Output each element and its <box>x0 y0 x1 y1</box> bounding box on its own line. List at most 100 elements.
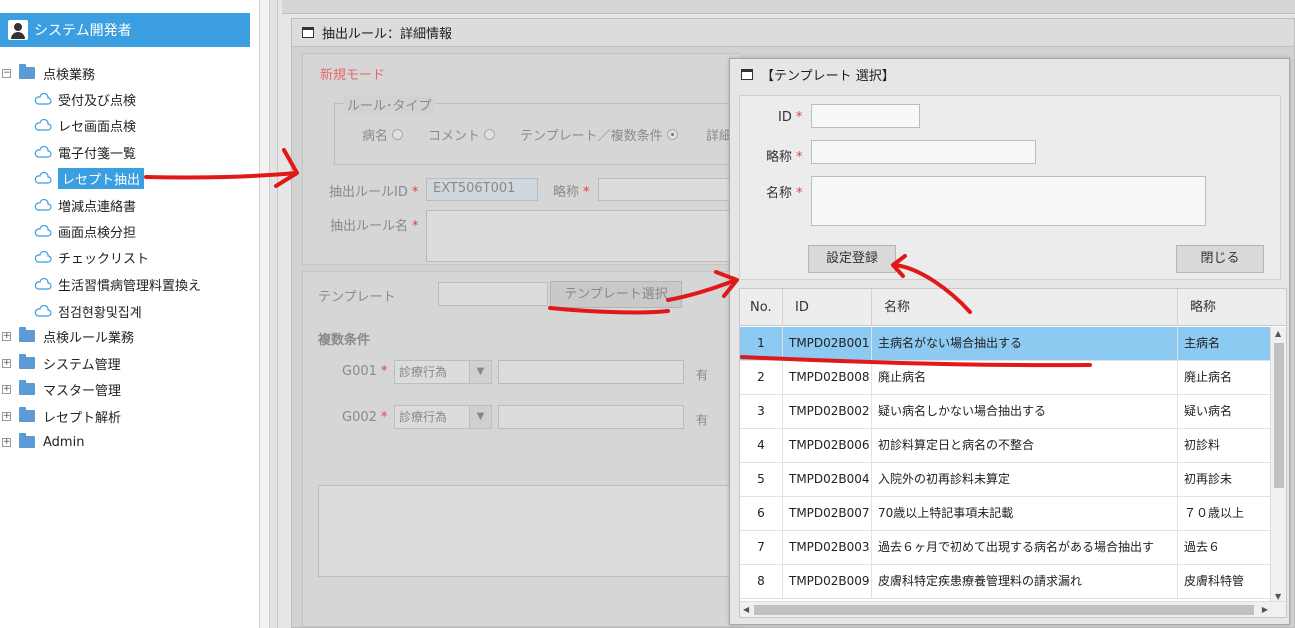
condition-code: G001 * <box>342 364 388 379</box>
tree-group-label: マスター管理 <box>43 383 122 399</box>
close-button[interactable]: 閉じる <box>1176 245 1264 273</box>
abbr-field[interactable] <box>811 140 1036 164</box>
tree-group[interactable]: + レセプト解析 <box>2 405 121 427</box>
table-row[interactable]: 6 TMPD02B007 70歳以上特記事項未記載 ７０歳以上 <box>740 497 1272 531</box>
scroll-right-icon[interactable]: ▶ <box>1262 605 1268 614</box>
chevron-down-icon[interactable]: ▼ <box>469 406 491 428</box>
rule-name-field[interactable] <box>426 210 736 262</box>
cell-no: 7 <box>740 531 783 564</box>
tree-item[interactable]: チェックリスト <box>34 246 149 268</box>
folder-icon <box>19 64 35 79</box>
tree-item[interactable]: 増減点連絡書 <box>34 194 136 216</box>
expand-icon[interactable]: + <box>2 384 11 394</box>
table-row[interactable]: 1 TMPD02B001 主病名がない場合抽出する 主病名 <box>740 327 1272 361</box>
col-no[interactable]: No. <box>740 289 783 325</box>
tree-group-tenken[interactable]: − 点検業務 <box>2 62 95 84</box>
tree-item[interactable]: 電子付箋一覧 <box>34 141 136 163</box>
tree-group[interactable]: + マスター管理 <box>2 378 121 400</box>
col-id[interactable]: ID <box>783 289 872 325</box>
table-row[interactable]: 2 TMPD02B008 廃止病名 廃止病名 <box>740 361 1272 395</box>
user-header[interactable]: システム開発者 <box>0 13 250 47</box>
table-row[interactable]: 5 TMPD02B004 入院外の初再診料未算定 初再診未 <box>740 463 1272 497</box>
dialog-titlebar: 【テンプレート 選択】 <box>730 59 1289 89</box>
cell-name: 初診料算定日と病名の不整合 <box>872 429 1178 462</box>
cell-id: TMPD02B004 <box>783 463 872 496</box>
dialog-search-form: ID * 略称 * 名称 * 設定登録 閉じる <box>739 95 1281 280</box>
scroll-down-icon[interactable]: ▼ <box>1275 592 1281 601</box>
tree-group[interactable]: + 点検ルール業務 <box>2 325 134 347</box>
tree-item[interactable]: 점검현황및집계 <box>34 300 142 322</box>
cell-id: TMPD02B001 <box>783 327 872 360</box>
rule-id-field[interactable]: EXT506T001 <box>426 178 538 201</box>
radio-template[interactable]: テンプレート／複数条件 <box>520 125 678 144</box>
user-avatar-icon <box>8 20 28 40</box>
radio-comment[interactable]: コメント <box>428 125 496 144</box>
table-row[interactable]: 8 TMPD02B009 皮膚科特定疾患療養管理料の請求漏れ 皮膚科特管 <box>740 565 1272 599</box>
expand-icon[interactable]: + <box>2 411 11 421</box>
radio-byomei[interactable]: 病名 <box>362 125 404 144</box>
cell-abbr: 初診料 <box>1178 429 1272 462</box>
table-row[interactable]: 7 TMPD02B003 過去６ヶ月で初めて出現する病名がある場合抽出す 過去６ <box>740 531 1272 565</box>
condition-value-field[interactable] <box>498 405 684 429</box>
cloud-icon <box>34 146 52 158</box>
top-strip <box>282 0 1295 14</box>
tree-group-label: レセプト解析 <box>43 410 122 426</box>
tree-item-label: 受付及び点検 <box>58 93 137 109</box>
grid-horizontal-scrollbar[interactable]: ◀ ▶ <box>740 601 1286 617</box>
table-row[interactable]: 3 TMPD02B002 疑い病名しかない場合抽出する 疑い病名 <box>740 395 1272 429</box>
tree-item[interactable]: 生活習慣病管理料置換え <box>34 273 201 295</box>
cloud-icon <box>34 172 52 184</box>
grid-vertical-scrollbar[interactable]: ▲ ▼ <box>1270 327 1286 603</box>
tree-item[interactable]: 受付及び点検 <box>34 88 136 110</box>
radio-label: 病名 <box>362 129 389 144</box>
tree-item-label: 増減点連絡書 <box>58 199 137 215</box>
condition-select[interactable]: 診療行為 ▼ <box>394 405 492 429</box>
tree-group[interactable]: + システム管理 <box>2 352 121 374</box>
tree-group[interactable]: + Admin <box>2 431 84 453</box>
radio-icon[interactable] <box>484 129 496 140</box>
radio-selected-icon[interactable] <box>666 129 678 140</box>
abbr-field[interactable] <box>598 178 738 201</box>
condition-preview-area[interactable] <box>318 485 738 577</box>
tree-item-receipt-extract[interactable]: レセプト抽出 <box>34 167 145 189</box>
cloud-icon <box>34 119 52 131</box>
sidebar-scrollbar[interactable] <box>260 0 270 628</box>
register-button[interactable]: 設定登録 <box>808 245 896 273</box>
expand-icon[interactable]: + <box>2 437 11 447</box>
expand-icon[interactable]: + <box>2 331 11 341</box>
folder-icon <box>19 327 35 342</box>
table-row[interactable]: 4 TMPD02B006 初診料算定日と病名の不整合 初診料 <box>740 429 1272 463</box>
cloud-icon <box>34 93 52 105</box>
tree-item[interactable]: 画面点検分担 <box>34 220 136 242</box>
splitter[interactable] <box>270 0 278 628</box>
chevron-down-icon[interactable]: ▼ <box>469 361 491 383</box>
scroll-left-icon[interactable]: ◀ <box>743 605 749 614</box>
radio-icon[interactable] <box>392 129 404 140</box>
window-icon <box>741 68 753 80</box>
template-field[interactable] <box>438 282 548 306</box>
panel-title: 抽出ルール：詳細情報 <box>322 27 453 42</box>
scroll-up-icon[interactable]: ▲ <box>1275 329 1281 338</box>
condition-select[interactable]: 診療行為 ▼ <box>394 360 492 384</box>
template-select-button[interactable]: テンプレート選択 <box>550 281 682 308</box>
window-icon <box>302 27 314 38</box>
col-name[interactable]: 名称 <box>872 289 1178 325</box>
cell-no: 6 <box>740 497 783 530</box>
panel-titlebar: 抽出ルール：詳細情報 <box>292 19 1294 47</box>
scroll-thumb[interactable] <box>1274 343 1284 488</box>
expand-icon[interactable]: + <box>2 358 11 368</box>
cell-abbr: ７０歳以上 <box>1178 497 1272 530</box>
col-abbr[interactable]: 略称 <box>1178 289 1286 325</box>
tree-group-label: システム管理 <box>43 357 121 373</box>
collapse-icon[interactable]: − <box>2 68 11 78</box>
condition-value-field[interactable] <box>498 360 684 384</box>
rule-id-value: EXT506T001 <box>433 181 516 196</box>
name-field[interactable] <box>811 176 1206 226</box>
scroll-thumb[interactable] <box>754 605 1254 615</box>
template-select-dialog: 【テンプレート 選択】 ID * 略称 * 名称 * 設定登録 閉じる No. ID … <box>729 58 1290 625</box>
cell-name: 皮膚科特定疾患療養管理料の請求漏れ <box>872 565 1178 598</box>
id-field[interactable] <box>811 104 920 128</box>
condition-code: G002 * <box>342 410 388 425</box>
tree-item[interactable]: レセ画面点検 <box>34 114 136 136</box>
cell-name: 入院外の初再診料未算定 <box>872 463 1178 496</box>
